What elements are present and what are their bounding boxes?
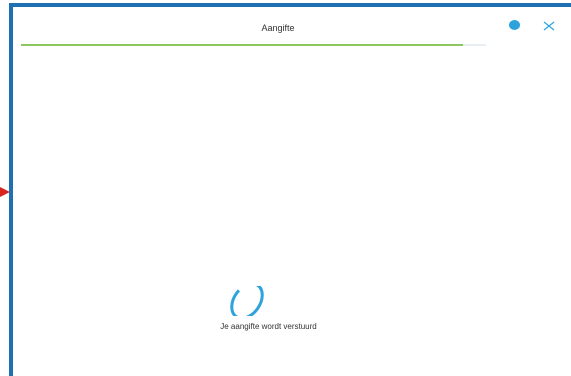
screen: Aangifte Je aangifte wordt verstuurd (0, 0, 571, 376)
progress-bar (21, 44, 486, 46)
dialog-title: Aangifte (261, 23, 295, 33)
loading-spinner-icon (230, 286, 264, 316)
dialog-content: Je aangifte wordt verstuurd (13, 47, 571, 376)
dialog-header: Aangifte (13, 7, 571, 45)
progress-bar-fill (21, 44, 463, 46)
close-icon[interactable] (541, 18, 557, 34)
status-message: Je aangifte wordt verstuurd (220, 322, 317, 331)
dot-icon (509, 20, 520, 30)
submission-dialog: Aangifte Je aangifte wordt verstuurd (9, 3, 571, 376)
